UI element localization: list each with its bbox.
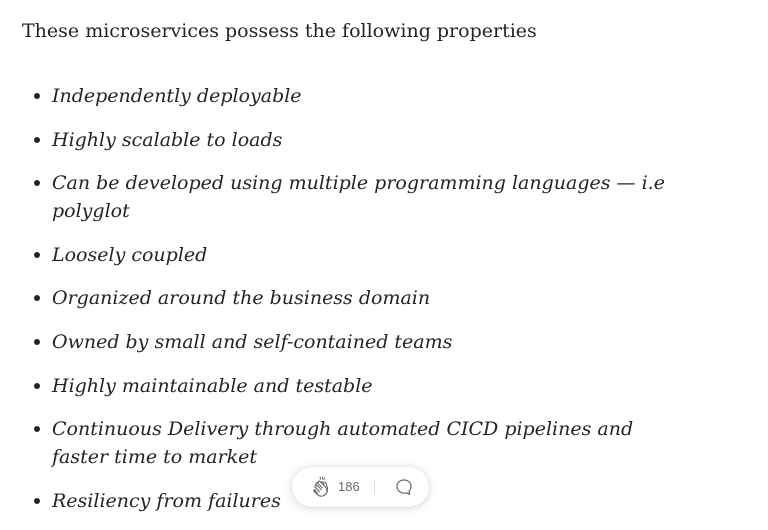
list-item: Can be developed using multiple programm… bbox=[0, 169, 672, 225]
list-item: Organized around the business domain bbox=[0, 284, 672, 312]
action-divider bbox=[374, 480, 375, 494]
clap-icon[interactable] bbox=[309, 475, 333, 499]
list-item: Loosely coupled bbox=[0, 241, 672, 269]
floating-action-bar: 186 bbox=[292, 467, 429, 507]
clap-count: 186 bbox=[338, 479, 360, 494]
list-item: Highly maintainable and testable bbox=[0, 372, 672, 400]
properties-list: Independently deployable Highly scalable… bbox=[0, 82, 672, 530]
intro-paragraph: These microservices possess the followin… bbox=[22, 20, 537, 42]
list-item: Highly scalable to loads bbox=[0, 126, 672, 154]
list-item: Continuous Delivery through automated CI… bbox=[0, 415, 672, 471]
list-item: Independently deployable bbox=[0, 82, 672, 110]
comment-icon[interactable] bbox=[393, 476, 415, 498]
list-item: Owned by small and self-contained teams bbox=[0, 328, 672, 356]
